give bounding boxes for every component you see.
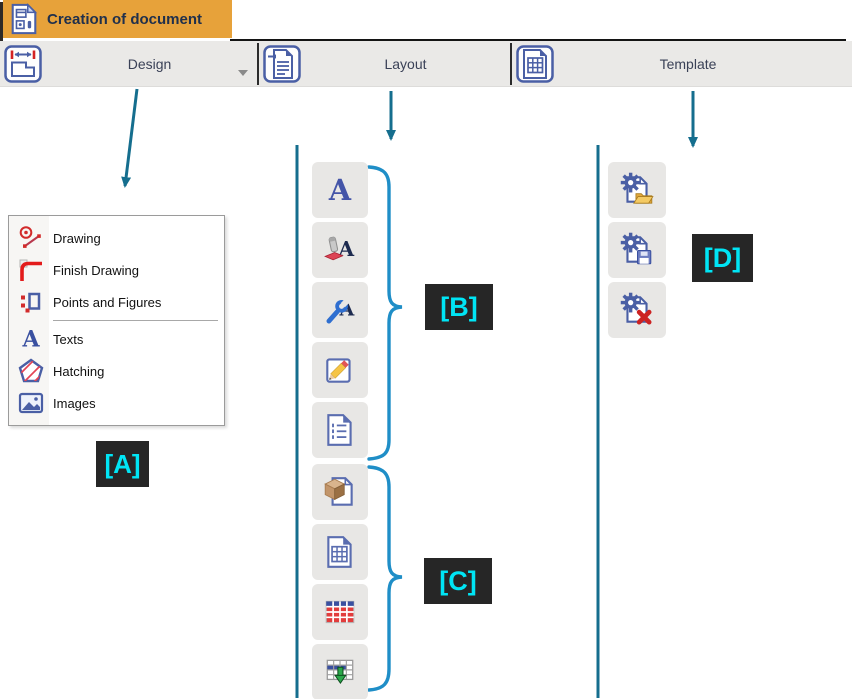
menu-item-label: Drawing bbox=[53, 231, 101, 246]
template-save-button[interactable] bbox=[608, 222, 666, 278]
text-icon: A bbox=[322, 172, 358, 208]
menu-separator bbox=[53, 320, 218, 321]
drawing-icon bbox=[17, 224, 45, 252]
template-open-button[interactable] bbox=[608, 162, 666, 218]
numbered-list-document-icon bbox=[322, 412, 358, 448]
text-settings-button[interactable]: A bbox=[312, 282, 368, 338]
menu-item-texts[interactable]: A Texts bbox=[9, 323, 224, 355]
menu-item-label: Texts bbox=[53, 332, 83, 347]
table-document-icon bbox=[322, 534, 358, 570]
annotation-label-d: [D] bbox=[692, 234, 753, 282]
table-import-button[interactable] bbox=[312, 644, 368, 699]
menu-item-points-and-figures[interactable]: Points and Figures bbox=[9, 286, 224, 318]
annotation-label-a: [A] bbox=[96, 441, 149, 487]
menu-item-label: Finish Drawing bbox=[53, 263, 139, 278]
3d-document-icon bbox=[322, 474, 358, 510]
document-tab[interactable]: Creation of document bbox=[3, 0, 232, 38]
texts-button[interactable]: A bbox=[312, 162, 368, 218]
ribbon-label-design: Design bbox=[42, 56, 257, 72]
template-save-icon bbox=[619, 232, 655, 268]
annotation-label-c: [C] bbox=[424, 558, 492, 604]
ribbon-section-layout[interactable]: Layout bbox=[259, 41, 510, 87]
svg-text:A: A bbox=[21, 327, 40, 353]
creation-of-document-window: Creation of document Design bbox=[0, 0, 852, 699]
menu-item-images[interactable]: Images bbox=[9, 387, 224, 419]
group-c-brace bbox=[369, 467, 402, 690]
numbered-list-document-button[interactable] bbox=[312, 402, 368, 458]
colored-table-icon bbox=[322, 594, 358, 630]
ribbon-top-border bbox=[230, 39, 846, 41]
edit-text-button[interactable] bbox=[312, 342, 368, 398]
points-and-figures-icon bbox=[17, 288, 45, 316]
text-stamp-icon: A bbox=[322, 232, 358, 268]
finish-drawing-icon bbox=[17, 256, 45, 284]
colored-table-button[interactable] bbox=[312, 584, 368, 640]
menu-item-hatching[interactable]: Hatching bbox=[9, 355, 224, 387]
ribbon-section-template[interactable]: Template bbox=[512, 41, 850, 87]
menu-item-finish-drawing[interactable]: Finish Drawing bbox=[9, 254, 224, 286]
menu-item-drawing[interactable]: Drawing bbox=[9, 222, 224, 254]
design-dropdown-caret-icon[interactable] bbox=[238, 70, 248, 76]
design-section-icon bbox=[4, 45, 42, 83]
design-dropdown-menu: Drawing Finish Drawing Points and Figure… bbox=[8, 215, 225, 426]
3d-document-button[interactable] bbox=[312, 464, 368, 520]
menu-item-label: Hatching bbox=[53, 364, 104, 379]
tab-title: Creation of document bbox=[47, 11, 202, 28]
template-open-icon bbox=[619, 172, 655, 208]
ribbon-label-template: Template bbox=[554, 56, 822, 72]
template-section-icon bbox=[516, 45, 554, 83]
ribbon: Design Layout bbox=[0, 41, 852, 87]
design-callout-arrow bbox=[125, 89, 137, 186]
edit-pencil-icon bbox=[322, 352, 358, 388]
text-settings-icon: A bbox=[322, 292, 358, 328]
ribbon-section-design[interactable]: Design bbox=[0, 41, 257, 87]
menu-item-label: Images bbox=[53, 396, 96, 411]
images-icon bbox=[17, 389, 45, 417]
template-toolbar bbox=[608, 162, 666, 338]
texts-icon: A bbox=[17, 325, 45, 353]
text-stamp-button[interactable]: A bbox=[312, 222, 368, 278]
layout-toolbar-group-c bbox=[312, 464, 368, 699]
template-delete-button[interactable] bbox=[608, 282, 666, 338]
layout-toolbar-group-b: A A A bbox=[312, 162, 368, 458]
menu-item-label: Points and Figures bbox=[53, 295, 161, 310]
table-import-icon bbox=[322, 654, 358, 690]
table-document-button[interactable] bbox=[312, 524, 368, 580]
hatching-icon bbox=[17, 357, 45, 385]
annotation-label-b: [B] bbox=[425, 284, 493, 330]
template-delete-icon bbox=[619, 292, 655, 328]
ribbon-label-layout: Layout bbox=[301, 56, 510, 72]
group-b-brace bbox=[369, 167, 402, 459]
svg-text:A: A bbox=[328, 173, 352, 207]
layout-section-icon bbox=[263, 45, 301, 83]
document-window-icon bbox=[8, 3, 40, 35]
